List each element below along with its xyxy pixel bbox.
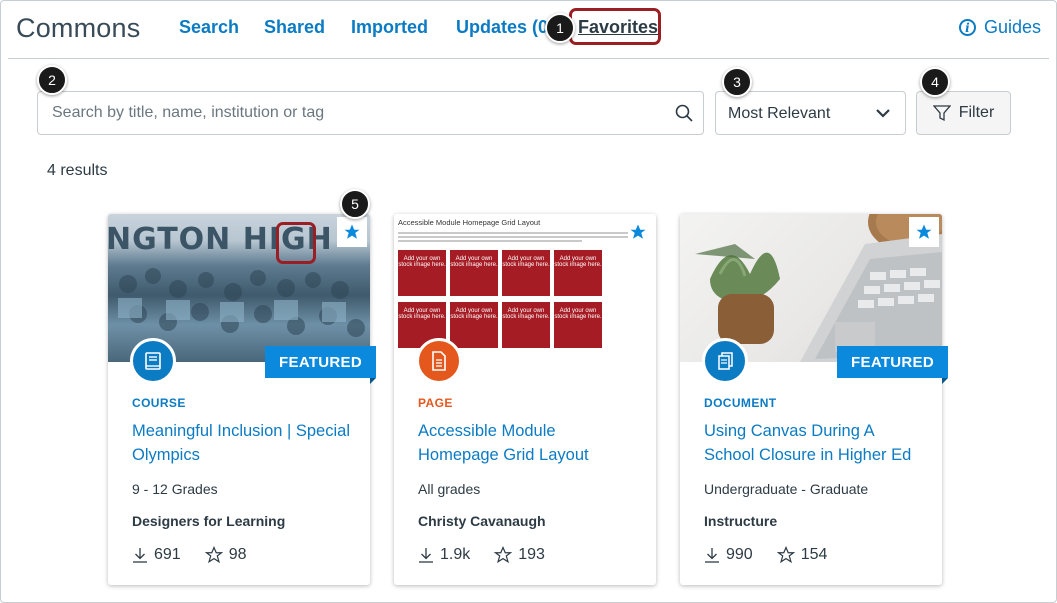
preview-tile: Add your own stock image here. (398, 250, 446, 296)
resource-card[interactable]: FEATURED DOCUMENT Using Canvas During A … (680, 214, 948, 585)
star-outline-icon (494, 546, 513, 564)
resource-title-link[interactable]: Meaningful Inclusion | Special Olympics (132, 419, 352, 467)
filter-button[interactable]: Filter (916, 91, 1011, 135)
search-icon[interactable] (675, 104, 693, 122)
author-name: Christy Cavanaugh (418, 513, 546, 529)
favorite-star-button[interactable] (909, 217, 939, 247)
guides-link[interactable]: i Guides (958, 17, 1041, 38)
preview-text-lines (398, 230, 628, 244)
star-filled-icon (344, 224, 360, 239)
resource-type: PAGE (418, 396, 453, 410)
app-title: Commons (16, 13, 141, 43)
resource-type: COURSE (132, 396, 186, 410)
page-icon (416, 338, 462, 384)
author-name: Designers for Learning (132, 513, 286, 529)
nav-shared[interactable]: Shared (264, 17, 325, 38)
resource-card[interactable]: NGTON HIGH FEATURED COURSE Meaningful In… (108, 214, 376, 585)
resource-title-link[interactable]: Accessible Module Homepage Grid Layout (418, 419, 638, 467)
search-box (37, 91, 704, 135)
nav-updates[interactable]: Updates (0 (456, 17, 548, 38)
callout-4: 4 (920, 67, 950, 97)
search-input[interactable] (50, 103, 654, 123)
preview-tile: Add your own stock image here. (502, 302, 550, 348)
star-outline-icon (204, 546, 223, 564)
favorite-star-button[interactable] (623, 217, 653, 247)
star-filled-icon (630, 224, 646, 239)
sort-select[interactable]: Most Relevant (715, 91, 906, 135)
nav-search[interactable]: Search (179, 17, 239, 38)
stats-row: 990 154 (704, 546, 851, 564)
callout-2: 2 (37, 65, 67, 95)
filter-icon (932, 105, 951, 122)
nav-imported[interactable]: Imported (351, 17, 428, 38)
grade-level: All grades (418, 481, 481, 497)
preview-title: Accessible Module Homepage Grid Layout (398, 218, 541, 227)
download-icon (419, 548, 433, 563)
favorite-count: 154 (800, 546, 828, 563)
chevron-down-icon (876, 109, 890, 118)
preview-tile: Add your own stock image here. (502, 250, 550, 296)
star-outline-icon (776, 546, 795, 564)
preview-tile: Add your own stock image here. (554, 250, 602, 296)
info-icon: i (958, 19, 976, 36)
callout-1: 1 (545, 13, 575, 43)
preview-tile: Add your own stock image here. (554, 302, 602, 348)
preview-tile: Add your own stock image here. (450, 250, 498, 296)
document-icon (702, 338, 748, 384)
preview-tile: Add your own stock image here. (450, 302, 498, 348)
filter-label: Filter (958, 104, 995, 121)
grade-level: 9 - 12 Grades (132, 481, 218, 497)
star-filled-icon (916, 224, 932, 239)
stats-row: 691 98 (132, 546, 271, 564)
callout-3: 3 (722, 67, 752, 97)
author-name: Instructure (704, 513, 778, 529)
guides-label: Guides (983, 17, 1041, 37)
favorite-count: 193 (518, 546, 545, 563)
resource-title-link[interactable]: Using Canvas During A School Closure in … (704, 419, 924, 467)
stats-row: 1.9k 193 (418, 546, 569, 564)
grade-level: Undergraduate - Graduate (704, 481, 869, 497)
callout-5: 5 (340, 189, 370, 219)
download-count: 1.9k (440, 546, 471, 563)
highlight-box (276, 222, 316, 264)
resource-card[interactable]: Accessible Module Homepage Grid Layout A… (394, 214, 656, 585)
results-count: 4 results (47, 162, 108, 179)
download-icon (133, 548, 147, 563)
preview-grid: Add your own stock image here. Add your … (398, 250, 602, 348)
favorite-count: 98 (228, 546, 247, 563)
download-icon (705, 548, 719, 563)
featured-ribbon: FEATURED (265, 346, 376, 384)
course-icon (130, 338, 176, 384)
download-count: 691 (154, 546, 181, 563)
download-count: 990 (726, 546, 753, 563)
favorites-highlight (569, 8, 661, 45)
favorite-star-button[interactable] (337, 217, 367, 247)
header-divider (8, 58, 1049, 59)
sort-selected: Most Relevant (728, 105, 831, 122)
resource-type: DOCUMENT (704, 396, 777, 410)
featured-ribbon: FEATURED (837, 346, 948, 384)
